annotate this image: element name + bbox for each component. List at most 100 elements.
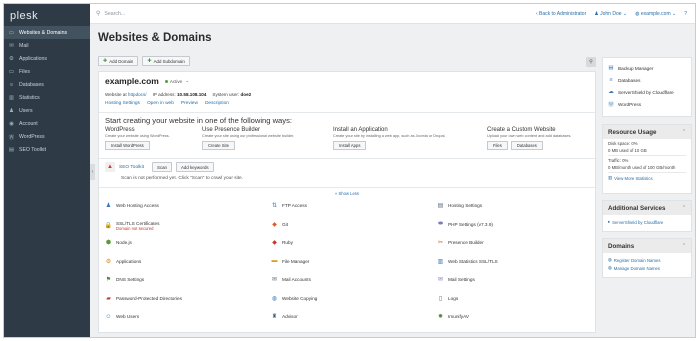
tool-applications[interactable]: ⚙ Applications [105, 258, 141, 265]
domains-header[interactable]: Domains ⌃ [603, 239, 691, 253]
sidebar-item-websites-domains[interactable]: ▭ Websites & Domains [4, 26, 90, 39]
tool-web-hosting-access[interactable]: ♟ Web Hosting Access [105, 202, 159, 209]
sidebar-item-applications[interactable]: ⚙ Applications [4, 52, 90, 65]
tool-node-js[interactable]: ⬢ Node.js [105, 239, 132, 246]
open-in-web-link[interactable]: Open in web [147, 101, 174, 106]
mail-accounts-icon: ✉ [271, 277, 278, 283]
plesk-logo[interactable]: plesk [4, 4, 90, 26]
tool-presence-builder[interactable]: ✂ Presence Builder [437, 239, 484, 246]
preview-link[interactable]: Preview [181, 101, 198, 106]
sidebar-item-seo-toolkit[interactable]: ▤ SEO Toolkit [4, 143, 90, 156]
manage-domain-link[interactable]: ◍ Manage Domain Names [603, 263, 691, 271]
tool-ruby[interactable]: ◆ Ruby [271, 239, 293, 246]
traffic-label: Traffic: 0% [608, 158, 629, 163]
quick-link-backup-manager[interactable]: ▤ Backup Manager [603, 62, 691, 74]
tool-mail-accounts[interactable]: ✉ Mail Accounts [271, 276, 311, 283]
tool-file-manager[interactable]: ▬ File Manager [271, 258, 310, 265]
tool-hosting-settings[interactable]: ▤ Hosting Settings [437, 202, 482, 209]
status-dot [164, 79, 168, 83]
chart-icon: ▥ [608, 175, 613, 180]
tool-advisor[interactable]: ♜ Advisor [271, 313, 298, 320]
tool-label: SSL/TLS Certificates [116, 220, 160, 226]
start-option-button[interactable]: Install WordPress [105, 141, 150, 150]
wordpress-icon: Ⓦ [608, 102, 614, 108]
sidebar-item-databases[interactable]: ≡ Databases [4, 78, 90, 91]
globe-icon: ◍ [608, 265, 612, 270]
tool-label: FTP Access [282, 203, 307, 208]
tool-web-statistics-ssl-tls[interactable]: ▥ Web Statistics SSL/TLS [437, 258, 498, 265]
quick-link-servershield-by-cloudflare[interactable]: ☁ ServerShield by Cloudflare [603, 86, 691, 98]
user-menu[interactable]: ♟ John Doe ⌄ [594, 11, 627, 17]
status-badge[interactable]: Active ⌄ [164, 78, 189, 84]
sidebar-item-label: SEO Toolkit [19, 146, 47, 153]
top-bar: ⚲ Search... ‹ Back to Administrator ♟ Jo… [90, 4, 695, 24]
sidebar-item-statistics[interactable]: ▥ Statistics [4, 91, 90, 104]
status-label: Active [169, 78, 183, 84]
tool-label-wrap: ImunifyAV [448, 314, 469, 319]
view-more-statistics-label: View More Statistics [614, 175, 653, 181]
sidebar-item-mail[interactable]: ✉ Mail [4, 39, 90, 52]
tool-ssl-tls-certificates[interactable]: 🔒 SSL/TLS Certificates Domain not secured [105, 221, 160, 231]
tool-label-wrap: Mail Accounts [282, 277, 311, 282]
sidebar-item-account[interactable]: ◉ Account [4, 117, 90, 130]
sidebar-item-wordpress[interactable]: Ⓦ WordPress [4, 130, 90, 143]
register-domain-link[interactable]: ◍ Register Domain Names [603, 253, 691, 263]
database-icon: ≡ [9, 81, 14, 88]
start-option-heading: Create a Custom Website [487, 127, 556, 133]
quick-link-databases[interactable]: ≡ Databases [603, 74, 691, 86]
sidebar-item-users[interactable]: ♟ Users [4, 104, 90, 117]
tool-ftp-access[interactable]: ⇅ FTP Access [271, 202, 307, 209]
tool-web-users[interactable]: ☺ Web Users [105, 313, 139, 320]
show-less-link[interactable]: « Show Less [335, 191, 359, 196]
add-subdomain-button[interactable]: ✚ Add Subdomain [142, 56, 190, 66]
add-keywords-button[interactable]: Add keywords [176, 162, 214, 172]
view-more-statistics-link[interactable]: ▥ View More Statistics [603, 173, 691, 181]
quick-link-wordpress[interactable]: Ⓦ WordPress [603, 98, 691, 110]
start-option-buttons: Install Apps [333, 141, 446, 150]
view-options-button[interactable]: ⚲ [586, 57, 596, 67]
divider [99, 112, 595, 113]
description-link[interactable]: Description [205, 101, 229, 106]
servershield-link[interactable]: ▸ ServerShield by Cloudflare [603, 215, 691, 225]
start-option-button[interactable]: Create Site [202, 141, 235, 150]
tool-php-settings-v7-3-9[interactable]: ⬬ PHP Settings (v7.3.9) [437, 221, 493, 228]
start-option-button[interactable]: Files [487, 141, 508, 150]
tool-mail-settings[interactable]: ✉ Mail Settings [437, 276, 475, 283]
start-option-button[interactable]: Install Apps [333, 141, 367, 150]
additional-services-header[interactable]: Additional Services ⌃ [603, 201, 691, 215]
search-input[interactable]: ⚲ Search... [96, 10, 125, 18]
start-option-button[interactable]: Databases [510, 141, 543, 150]
help-icon[interactable]: ? [684, 11, 687, 17]
website-at-link[interactable]: httpdocs/ [128, 92, 147, 97]
tool-website-copying[interactable]: ◍ Website Copying [271, 295, 317, 302]
domain-menu[interactable]: ◍ example.com ⌄ [635, 11, 676, 17]
tool-imunifyav[interactable]: ✹ ImunifyAV [437, 313, 469, 320]
hosting-settings-link[interactable]: Hosting Settings [105, 101, 140, 106]
nodejs-icon: ⬢ [105, 240, 112, 246]
tool-label-wrap: SSL/TLS Certificates Domain not secured [116, 221, 160, 231]
tool-label: Git [282, 221, 288, 227]
tool-logs[interactable]: ▯ Logs [437, 295, 458, 302]
tool-label: Logs [448, 295, 459, 301]
sidebar-item-label: Websites & Domains [19, 29, 68, 36]
cloudflare-icon: ☁ [608, 89, 614, 95]
ip-value: 10.58.108.104 [177, 92, 207, 97]
resource-usage-header[interactable]: Resource Usage ⌃ [603, 125, 691, 139]
tool-label-wrap: Hosting Settings [448, 203, 482, 208]
tool-password-protected-directories[interactable]: ▰ Password-Protected Directories [105, 295, 182, 302]
start-option-heading: Install an Application [333, 127, 388, 133]
quick-link-label: ServerShield by Cloudflare [618, 89, 674, 95]
domain-name[interactable]: example.com [105, 76, 159, 86]
seo-toolkit-link[interactable]: SEO Toolkit [119, 165, 144, 170]
start-option: WordPress Create your website using WordP… [105, 127, 170, 150]
back-to-admin-link[interactable]: ‹ Back to Administrator [536, 11, 586, 17]
account-icon: ◉ [9, 120, 14, 127]
tool-git[interactable]: ◆ Git [271, 221, 288, 228]
tool-dns-settings[interactable]: ⚑ DNS Settings [105, 276, 144, 283]
scan-button[interactable]: Scan [151, 162, 172, 172]
tool-label: DNS Settings [116, 277, 145, 282]
tool-label: Ruby [282, 240, 293, 245]
add-domain-button[interactable]: ✚ Add Domain [98, 56, 139, 66]
bullet-icon: ▸ [608, 219, 611, 224]
sidebar-item-files[interactable]: ▭ Files [4, 65, 90, 78]
